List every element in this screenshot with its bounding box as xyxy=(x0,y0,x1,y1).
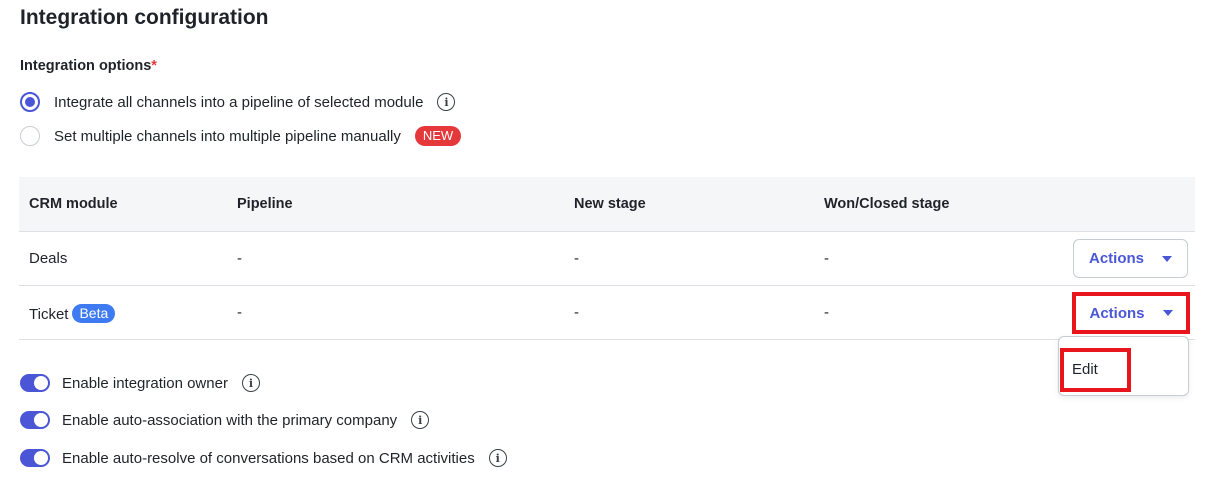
cell-pipeline: - xyxy=(237,250,242,267)
cell-module: Ticket Beta xyxy=(29,304,116,323)
actions-button-ticket[interactable]: Actions xyxy=(1072,292,1190,334)
info-icon[interactable]: i xyxy=(488,449,507,467)
table-row-ticket: Ticket Beta - - - Actions xyxy=(19,286,1195,340)
radio-button[interactable] xyxy=(20,126,40,146)
page-title: Integration configuration xyxy=(20,6,269,29)
column-header-pipeline: Pipeline xyxy=(237,196,293,212)
actions-dropdown-menu: Edit xyxy=(1058,336,1189,396)
cell-new-stage: - xyxy=(574,304,579,321)
toggle-row-integration-owner: Enable integration owner i xyxy=(20,374,260,392)
new-badge: NEW xyxy=(414,126,462,146)
caret-down-icon xyxy=(1162,310,1173,316)
cell-new-stage: - xyxy=(574,250,579,267)
actions-label: Actions xyxy=(1088,250,1144,267)
toggle-switch[interactable] xyxy=(20,374,50,392)
dropdown-item-edit[interactable]: Edit xyxy=(1060,348,1131,392)
radio-label: Integrate all channels into a pipeline o… xyxy=(54,93,424,111)
radio-button-checked[interactable] xyxy=(20,92,40,112)
required-mark: * xyxy=(151,58,157,74)
cell-won-stage: - xyxy=(824,304,829,321)
toggle-switch[interactable] xyxy=(20,449,50,467)
column-header-won-closed-stage: Won/Closed stage xyxy=(824,196,950,212)
column-header-new-stage: New stage xyxy=(574,196,646,212)
radio-option-all-channels[interactable]: Integrate all channels into a pipeline o… xyxy=(20,92,456,112)
cell-module: Deals xyxy=(29,250,68,267)
caret-down-icon xyxy=(1162,255,1172,262)
radio-option-multiple-channels[interactable]: Set multiple channels into multiple pipe… xyxy=(20,126,462,146)
cell-pipeline: - xyxy=(237,304,242,321)
info-icon[interactable]: i xyxy=(411,411,430,429)
beta-badge: Beta xyxy=(72,304,116,323)
crm-module-table: CRM module Pipeline New stage Won/Closed… xyxy=(19,177,1195,340)
toggle-row-auto-resolve: Enable auto-resolve of conversations bas… xyxy=(20,449,507,467)
toggle-label: Enable auto-association with the primary… xyxy=(62,411,398,429)
integration-options-label: Integration options* xyxy=(20,58,157,74)
cell-won-stage: - xyxy=(824,250,829,267)
column-header-crm-module: CRM module xyxy=(29,196,118,212)
toggle-switch[interactable] xyxy=(20,411,50,429)
actions-button-deals[interactable]: Actions xyxy=(1073,239,1188,278)
info-icon[interactable]: i xyxy=(437,93,456,111)
toggle-label: Enable integration owner xyxy=(62,374,228,392)
table-header: CRM module Pipeline New stage Won/Closed… xyxy=(19,177,1195,232)
info-icon[interactable]: i xyxy=(241,374,260,392)
table-row-deals: Deals - - - Actions xyxy=(19,232,1195,286)
radio-label: Set multiple channels into multiple pipe… xyxy=(54,127,401,145)
toggle-row-auto-association: Enable auto-association with the primary… xyxy=(20,411,430,429)
toggle-label: Enable auto-resolve of conversations bas… xyxy=(62,449,475,467)
actions-label: Actions xyxy=(1089,304,1145,322)
